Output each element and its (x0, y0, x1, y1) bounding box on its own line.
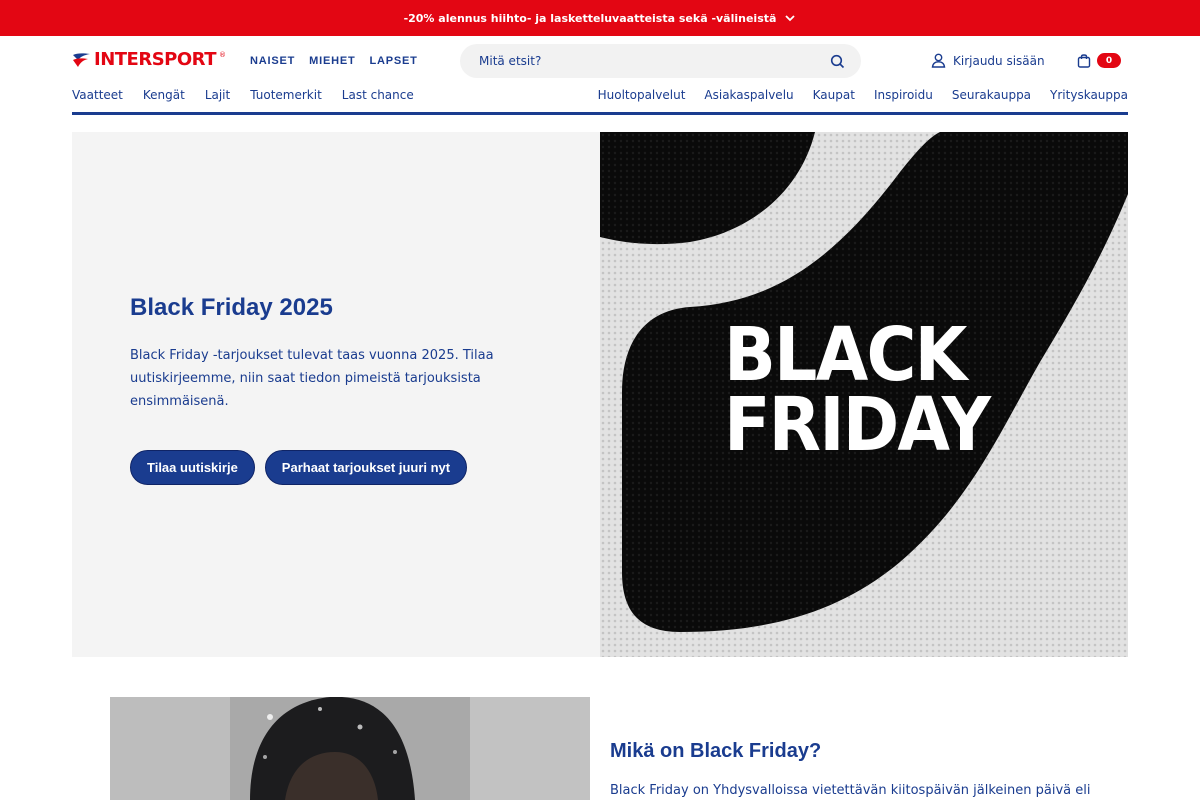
cart-count-badge: 0 (1097, 53, 1121, 68)
nav-huoltopalvelut[interactable]: Huoltopalvelut (598, 88, 686, 102)
article-title: Mikä on Black Friday? (610, 740, 822, 762)
nav-seurakauppa[interactable]: Seurakauppa (952, 88, 1031, 102)
login-link[interactable]: Kirjaudu sisään (931, 53, 1045, 68)
shopping-bag-icon (1077, 54, 1091, 68)
nav-kengat[interactable]: Kengät (143, 88, 185, 102)
hero-description: Black Friday -tarjoukset tulevat taas vu… (130, 348, 494, 409)
black-friday-image[interactable]: BLACK FRIDAY (600, 132, 1128, 657)
nav-lapset[interactable]: LAPSET (370, 55, 418, 67)
nav-miehet[interactable]: MIEHET (309, 55, 355, 67)
nav-yrityskauppa[interactable]: Yrityskauppa (1050, 88, 1128, 102)
logo-mark-icon (73, 53, 90, 67)
nav-inspiroidu[interactable]: Inspiroidu (874, 88, 933, 102)
nav-vaatteet[interactable]: Vaatteet (72, 88, 123, 102)
category-nav: Vaatteet Kengät Lajit Tuotemerkit Last c… (72, 88, 414, 102)
subscribe-newsletter-button[interactable]: Tilaa uutiskirje (130, 450, 255, 485)
article-image (110, 697, 590, 800)
black-friday-graphic-text: BLACK FRIDAY (724, 312, 991, 468)
nav-kaupat[interactable]: Kaupat (813, 88, 855, 102)
registered-mark: ® (218, 51, 226, 59)
user-icon (931, 53, 946, 68)
nav-tuotemerkit[interactable]: Tuotemerkit (250, 88, 322, 102)
search-input[interactable] (479, 54, 830, 68)
nav-lajit[interactable]: Lajit (205, 88, 230, 102)
service-nav: Huoltopalvelut Asiakaspalvelu Kaupat Ins… (598, 88, 1128, 102)
cart-button[interactable]: 0 (1077, 53, 1121, 68)
image-line-black: BLACK (724, 312, 967, 398)
nav-last-chance[interactable]: Last chance (342, 88, 414, 102)
search-icon[interactable] (830, 54, 845, 69)
hero-buttons: Tilaa uutiskirje Parhaat tarjoukset juur… (130, 450, 468, 485)
hooded-runner-photo (110, 697, 590, 800)
chevron-down-icon (785, 15, 796, 22)
nav-divider (72, 112, 1128, 115)
hero-banner: Black Friday 2025 Black Friday -tarjouks… (72, 132, 1128, 657)
gender-nav: NAISET MIEHET LAPSET (250, 55, 418, 67)
promo-banner[interactable]: -20% alennus hiihto- ja lasketteluvaatte… (0, 0, 1200, 36)
login-label: Kirjaudu sisään (953, 53, 1045, 68)
intersport-logo[interactable]: INTERSPORT ® (72, 51, 226, 69)
logo-text: INTERSPORT (94, 49, 216, 70)
image-line-friday: FRIDAY (724, 382, 991, 468)
hero-title: Black Friday 2025 (130, 294, 333, 321)
hero-content: Black Friday 2025 Black Friday -tarjouks… (72, 132, 600, 657)
search-bar[interactable] (460, 44, 861, 78)
nav-naiset[interactable]: NAISET (250, 55, 295, 67)
best-deals-button[interactable]: Parhaat tarjoukset juuri nyt (264, 450, 468, 485)
article-text: Black Friday on Yhdysvalloissa vietettäv… (610, 783, 1091, 798)
nav-asiakaspalvelu[interactable]: Asiakaspalvelu (704, 88, 793, 102)
promo-text: -20% alennus hiihto- ja lasketteluvaatte… (403, 11, 777, 25)
